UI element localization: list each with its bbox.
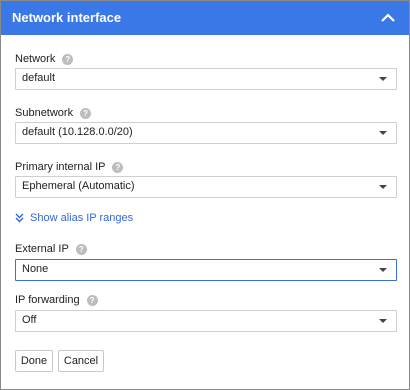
help-icon[interactable]: ? <box>75 243 87 255</box>
caret-down-icon <box>379 77 387 81</box>
primary-ip-label: Primary internal IP <box>15 161 106 173</box>
help-icon[interactable]: ? <box>62 53 74 65</box>
panel-header: Network interface <box>1 1 409 35</box>
ip-forwarding-label: IP forwarding <box>15 294 80 306</box>
ip-forwarding-label-row: IP forwarding ? <box>15 294 98 306</box>
show-alias-ip-ranges-link[interactable]: Show alias IP ranges <box>15 212 133 224</box>
panel-title: Network interface <box>12 10 122 25</box>
subnetwork-select[interactable]: default (10.128.0.0/20) <box>15 122 397 144</box>
collapse-button[interactable] <box>379 9 397 27</box>
double-chevron-down-icon <box>15 213 24 223</box>
primary-ip-select[interactable]: Ephemeral (Automatic) <box>15 176 397 198</box>
external-ip-label: External IP <box>15 243 69 255</box>
external-ip-value: None <box>22 263 49 275</box>
ip-forwarding-select[interactable]: Off <box>15 310 397 332</box>
network-value: default <box>22 72 56 84</box>
help-icon[interactable]: ? <box>112 161 124 173</box>
network-label-row: Network ? <box>15 53 74 65</box>
subnetwork-label-row: Subnetwork ? <box>15 107 92 119</box>
help-icon[interactable]: ? <box>86 294 98 306</box>
caret-down-icon <box>379 268 387 272</box>
primary-ip-value: Ephemeral (Automatic) <box>22 180 135 192</box>
caret-down-icon <box>379 319 387 323</box>
chevron-up-icon <box>381 13 395 22</box>
caret-down-icon <box>379 131 387 135</box>
subnetwork-value: default (10.128.0.0/20) <box>22 126 133 138</box>
external-ip-label-row: External IP ? <box>15 243 87 255</box>
subnetwork-label: Subnetwork <box>15 107 74 119</box>
network-interface-panel: Network interface Network ? default Subn… <box>0 0 410 390</box>
primary-ip-label-row: Primary internal IP ? <box>15 161 124 173</box>
alias-link-label: Show alias IP ranges <box>30 212 134 224</box>
network-label: Network <box>15 53 56 65</box>
caret-down-icon <box>379 185 387 189</box>
done-button[interactable]: Done <box>15 350 53 372</box>
external-ip-select[interactable]: None <box>15 259 397 281</box>
cancel-button[interactable]: Cancel <box>58 350 104 372</box>
ip-forwarding-value: Off <box>22 314 37 326</box>
network-select[interactable]: default <box>15 68 397 90</box>
help-icon[interactable]: ? <box>80 107 92 119</box>
